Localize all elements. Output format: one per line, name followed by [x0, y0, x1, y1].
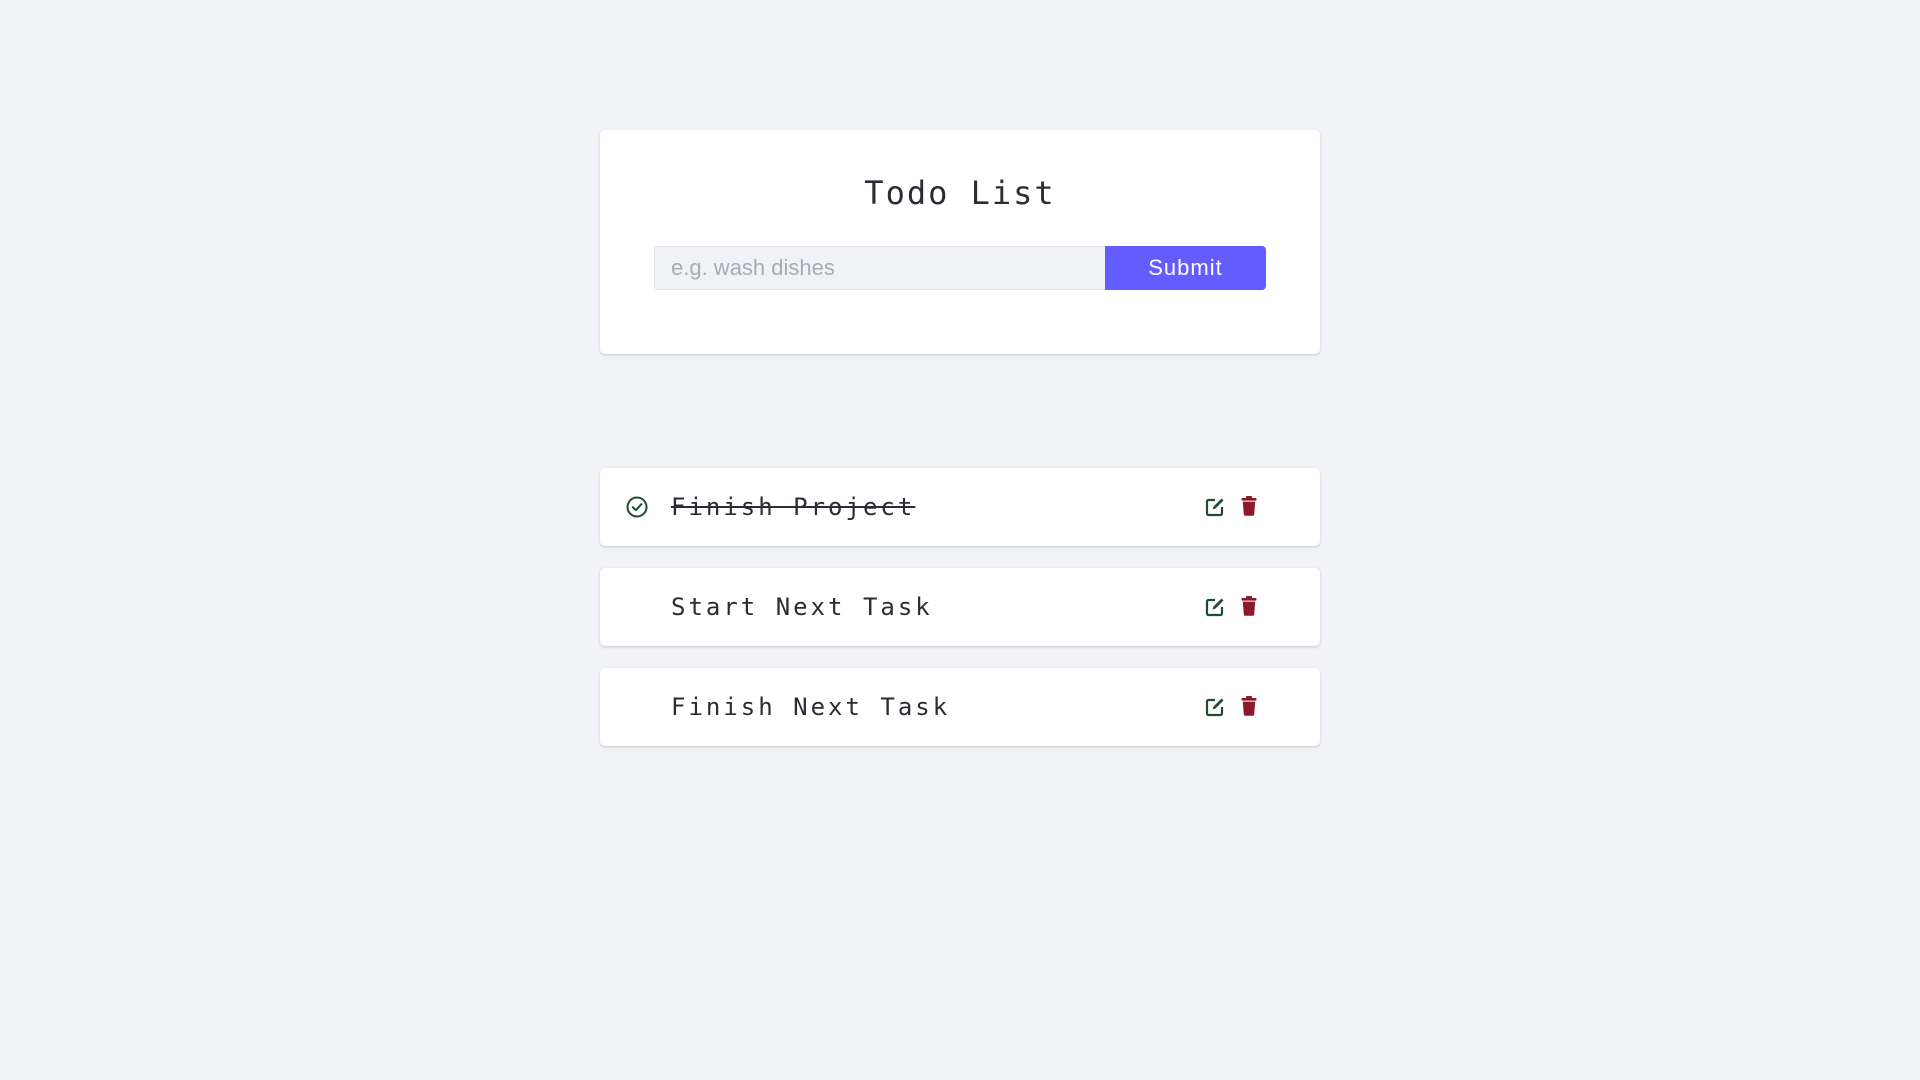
- trash-icon[interactable]: [1241, 596, 1257, 616]
- todo-form: Submit: [654, 246, 1266, 290]
- todo-form-card: Todo List Submit: [600, 130, 1320, 354]
- edit-icon[interactable]: [1205, 697, 1225, 717]
- edit-icon[interactable]: [1205, 597, 1225, 617]
- todo-item: Start Next Task: [600, 568, 1320, 646]
- trash-icon[interactable]: [1241, 696, 1257, 716]
- check-circle-icon[interactable]: [626, 496, 648, 518]
- edit-icon[interactable]: [1205, 497, 1225, 517]
- todo-item: Finish Project: [600, 468, 1320, 546]
- trash-icon[interactable]: [1241, 496, 1257, 516]
- todo-text[interactable]: Start Next Task: [671, 591, 933, 623]
- todo-list: Finish Project Start Next Task Finish Ne…: [600, 468, 1320, 768]
- todo-input[interactable]: [654, 246, 1105, 290]
- todo-text[interactable]: Finish Next Task: [671, 691, 950, 723]
- submit-button[interactable]: Submit: [1105, 246, 1266, 290]
- page-title: Todo List: [864, 174, 1056, 212]
- todo-item: Finish Next Task: [600, 668, 1320, 746]
- todo-text[interactable]: Finish Project: [671, 491, 915, 523]
